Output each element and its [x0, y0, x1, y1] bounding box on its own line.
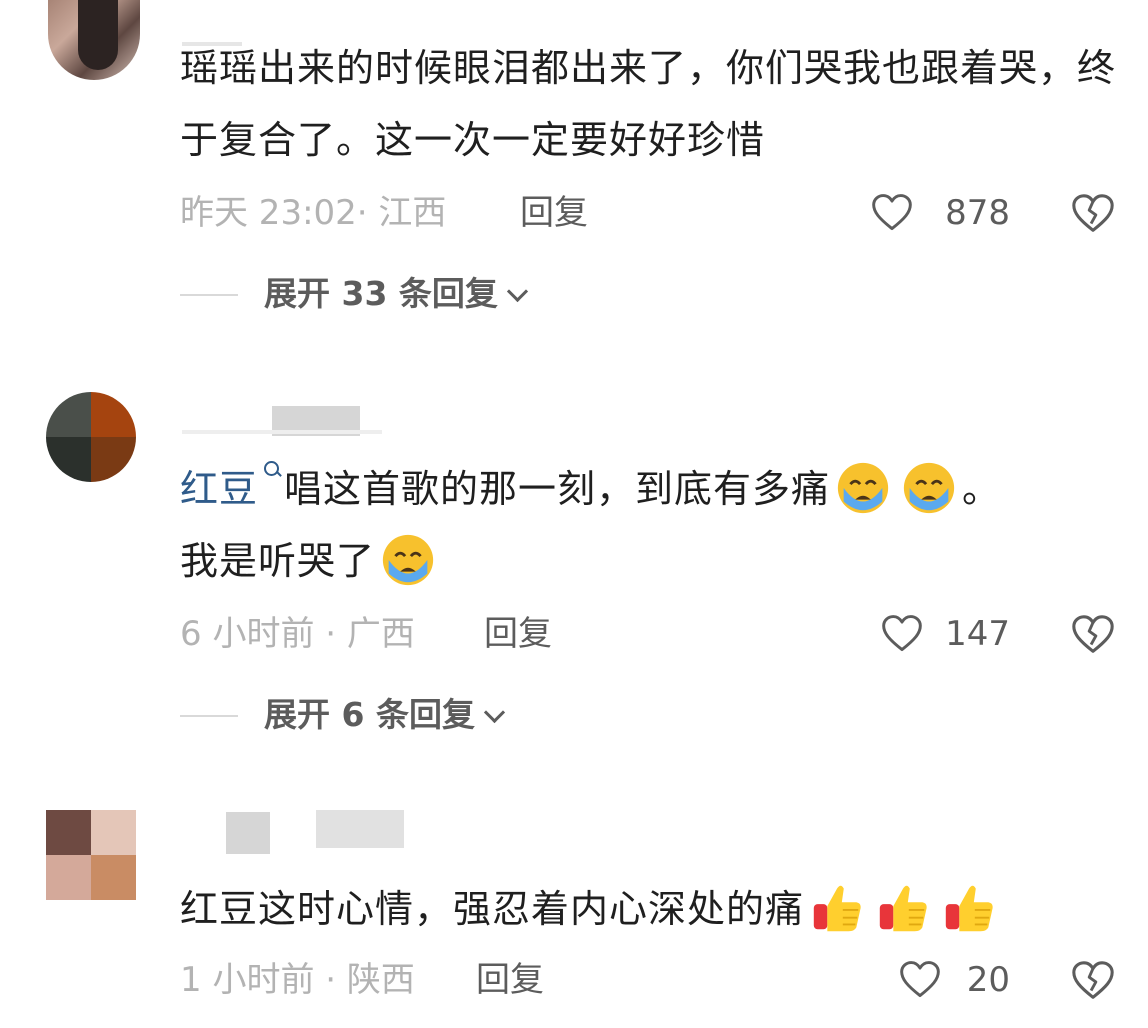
broken-heart-icon[interactable]: [1070, 958, 1116, 1004]
reply-button[interactable]: 回复: [476, 958, 544, 1002]
thumbs-up-emoji: [945, 885, 993, 931]
heart-outline-icon: [882, 615, 922, 652]
expand-replies-label: 展开 33 条回复: [264, 272, 529, 316]
like-count: 878: [945, 193, 1010, 233]
comment-time-location: 1 小时前 · 陕西: [180, 960, 415, 1000]
reply-button[interactable]: 回复: [484, 612, 552, 656]
divider-line: [180, 294, 238, 296]
comment-time-location: 昨天 23:02· 江西: [180, 193, 447, 233]
avatar[interactable]: [48, 0, 140, 80]
comment-time-location: 6 小时前 · 广西: [180, 614, 415, 654]
search-mention-icon: [258, 453, 284, 493]
heart-outline-icon: [872, 194, 912, 231]
comment-text: 瑶瑶出来的时候眼泪都出来了，你们哭我也跟着哭，终于复合了。这一次一定要好好珍惜: [180, 46, 1117, 162]
comment-meta: 昨天 23:02· 江西 回复 878: [180, 191, 1120, 235]
username-redacted-fade: [182, 430, 382, 434]
expand-replies-label: 展开 6 条回复: [264, 693, 506, 737]
avatar[interactable]: [46, 810, 136, 900]
comment-meta: 1 小时前 · 陕西 回复 20: [180, 958, 1120, 1002]
thumbs-up-emoji: [879, 885, 927, 931]
comment-text: 红豆 唱这首歌的那一刻，到底有多痛。我是听哭了: [180, 453, 1120, 597]
broken-heart-icon[interactable]: [1070, 191, 1116, 237]
like-button[interactable]: 20: [898, 958, 1010, 1002]
like-button[interactable]: 147: [880, 612, 1010, 656]
comment-3: 红豆这时心情，强忍着内心深处的痛 1 小时前 · 陕西 回复 20: [0, 800, 1148, 1028]
chevron-down-icon: [483, 701, 506, 724]
like-button[interactable]: 878: [870, 191, 1010, 235]
divider-line: [180, 715, 238, 717]
username-redacted: [226, 812, 270, 854]
avatar[interactable]: [46, 392, 136, 482]
like-count: 20: [966, 960, 1010, 1000]
chevron-down-icon: [506, 280, 529, 303]
thumbs-up-emoji: [813, 885, 861, 931]
comment-1: 瑶瑶出来的时候眼泪都出来了，你们哭我也跟着哭，终于复合了。这一次一定要好好珍惜 …: [0, 0, 1148, 330]
crying-face-emoji: [382, 534, 434, 585]
like-count: 147: [945, 614, 1010, 654]
comment-meta: 6 小时前 · 广西 回复 147: [180, 612, 1120, 656]
crying-face-emoji: [837, 462, 889, 513]
expand-replies[interactable]: 展开 6 条回复: [180, 693, 580, 737]
comment-2: 红豆 唱这首歌的那一刻，到底有多痛。我是听哭了 6 小时前 · 广西 回复 147…: [0, 380, 1148, 740]
username-redacted: [316, 810, 404, 848]
heart-outline-icon: [900, 961, 940, 998]
mention-link[interactable]: 红豆: [180, 461, 284, 511]
reply-button[interactable]: 回复: [520, 191, 588, 235]
broken-heart-icon[interactable]: [1070, 612, 1116, 658]
crying-face-emoji: [903, 462, 955, 513]
comment-text: 红豆这时心情，强忍着内心深处的痛: [180, 873, 1120, 945]
expand-replies[interactable]: 展开 33 条回复: [180, 272, 580, 316]
